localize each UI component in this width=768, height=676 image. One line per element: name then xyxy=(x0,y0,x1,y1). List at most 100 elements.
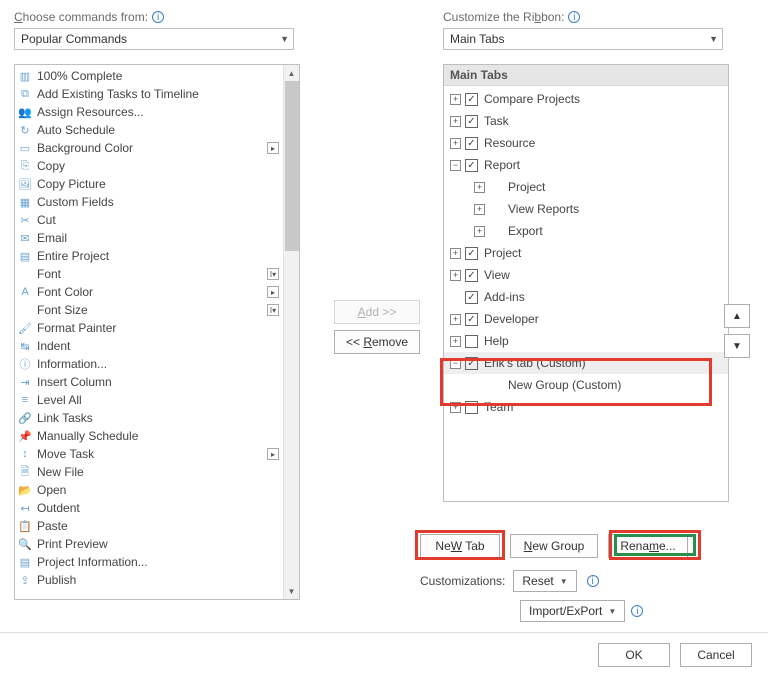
command-item[interactable]: ⧉Add Existing Tasks to Timeline xyxy=(15,85,283,103)
command-item[interactable]: 📌Manually Schedule xyxy=(15,427,283,445)
command-item[interactable]: ⓘInformation... xyxy=(15,355,283,373)
command-item[interactable]: ↹ Indent xyxy=(15,337,283,355)
expand-icon[interactable]: + xyxy=(450,270,461,281)
scrollbar[interactable]: ▲ ▼ xyxy=(283,65,299,599)
checkbox[interactable]: ✓ xyxy=(465,313,478,326)
command-label: Indent xyxy=(37,339,70,353)
command-item[interactable]: 📂Open xyxy=(15,481,283,499)
command-icon: ↹ xyxy=(17,338,33,354)
expand-icon[interactable]: + xyxy=(450,116,461,127)
command-item[interactable]: FontI▾ xyxy=(15,265,283,283)
ok-button[interactable]: OK xyxy=(598,643,670,667)
tree-node[interactable]: +✓View xyxy=(444,264,728,286)
expand-icon[interactable]: + xyxy=(450,94,461,105)
command-item[interactable]: ▥100% Complete xyxy=(15,67,283,85)
tree-node[interactable]: −✓Report xyxy=(444,154,728,176)
import-export-dropdown[interactable]: Import/ExPort ▼ xyxy=(520,600,625,622)
command-item[interactable]: ✂Cut xyxy=(15,211,283,229)
help-icon[interactable]: i xyxy=(568,11,580,23)
collapse-icon[interactable]: − xyxy=(450,160,461,171)
tree-node[interactable]: +Help xyxy=(444,330,728,352)
checkbox[interactable]: ✓ xyxy=(465,357,478,370)
tree-node-label: Erik's tab (Custom) xyxy=(484,356,586,370)
command-label: Format Painter xyxy=(37,321,116,335)
command-icon: 📂 xyxy=(17,482,33,498)
scroll-thumb[interactable] xyxy=(285,81,299,251)
expand-icon[interactable]: + xyxy=(450,138,461,149)
help-icon[interactable]: i xyxy=(587,575,599,587)
command-item[interactable]: AFont Color▸ xyxy=(15,283,283,301)
tree-node[interactable]: +✓Task xyxy=(444,110,728,132)
command-item[interactable]: ▤Project Information... xyxy=(15,553,283,571)
command-icon xyxy=(17,266,33,282)
command-item[interactable]: ⎘Copy xyxy=(15,157,283,175)
tree-node[interactable]: +Export xyxy=(444,220,728,242)
command-label: Font Color xyxy=(37,285,93,299)
choose-commands-combo[interactable]: Popular Commands ▼ xyxy=(14,28,294,50)
move-up-button[interactable]: ▲ xyxy=(724,304,750,328)
remove-button[interactable]: << Remove xyxy=(334,330,420,354)
command-label: Move Task xyxy=(37,447,94,461)
expand-icon[interactable]: + xyxy=(474,182,485,193)
help-icon[interactable]: i xyxy=(152,11,164,23)
scroll-up-icon[interactable]: ▲ xyxy=(284,65,300,81)
command-item[interactable]: ✉Email xyxy=(15,229,283,247)
checkbox[interactable]: ✓ xyxy=(465,291,478,304)
rename-button[interactable]: Rename... xyxy=(608,534,688,558)
tree-node[interactable]: New Group (Custom) xyxy=(444,374,728,396)
tree-node[interactable]: +View Reports xyxy=(444,198,728,220)
tree-node[interactable]: −✓ Erik's tab (Custom) xyxy=(444,352,728,374)
command-label: Level All xyxy=(37,393,82,407)
expand-icon[interactable]: + xyxy=(450,336,461,347)
tree-node[interactable]: +✓Compare Projects xyxy=(444,88,728,110)
expand-icon[interactable]: + xyxy=(450,314,461,325)
command-item[interactable]: 🖼Copy Picture xyxy=(15,175,283,193)
checkbox[interactable] xyxy=(465,335,478,348)
help-icon[interactable]: i xyxy=(631,605,643,617)
reset-dropdown[interactable]: Reset ▼ xyxy=(513,570,576,592)
checkbox[interactable]: ✓ xyxy=(465,93,478,106)
checkbox[interactable]: ✓ xyxy=(465,269,478,282)
expand-icon[interactable]: + xyxy=(474,204,485,215)
command-item[interactable]: 🗎New File xyxy=(15,463,283,481)
tree-node[interactable]: +✓Project xyxy=(444,242,728,264)
command-item[interactable]: ↻Auto Schedule xyxy=(15,121,283,139)
tree-node[interactable]: +Team xyxy=(444,396,728,418)
scroll-down-icon[interactable]: ▼ xyxy=(284,583,300,599)
expand-icon[interactable]: + xyxy=(450,402,461,413)
tree-node[interactable]: +✓Resource xyxy=(444,132,728,154)
command-item[interactable]: 🔍Print Preview xyxy=(15,535,283,553)
command-item[interactable]: ▦Custom Fields xyxy=(15,193,283,211)
cancel-button[interactable]: Cancel xyxy=(680,643,752,667)
command-item[interactable]: Font SizeI▾ xyxy=(15,301,283,319)
tree-node[interactable]: +✓Developer xyxy=(444,308,728,330)
expand-icon[interactable]: + xyxy=(450,248,461,259)
command-item[interactable]: 🔗Link Tasks xyxy=(15,409,283,427)
collapse-icon[interactable]: − xyxy=(450,358,461,369)
command-item[interactable]: ↤Outdent xyxy=(15,499,283,517)
command-item[interactable]: ▤Entire Project xyxy=(15,247,283,265)
checkbox[interactable]: ✓ xyxy=(465,137,478,150)
command-item[interactable]: 📋Paste xyxy=(15,517,283,535)
command-item[interactable]: 👥Assign Resources... xyxy=(15,103,283,121)
expand-icon[interactable]: + xyxy=(474,226,485,237)
new-tab-button[interactable]: NeW Tab xyxy=(420,534,500,558)
checkbox[interactable] xyxy=(465,401,478,414)
command-item[interactable]: ≡Level All xyxy=(15,391,283,409)
new-group-button[interactable]: New Group xyxy=(510,534,598,558)
command-item[interactable]: ↕Move Task▸ xyxy=(15,445,283,463)
command-item[interactable]: ⇪Publish xyxy=(15,571,283,589)
command-item[interactable]: ⇥Insert Column xyxy=(15,373,283,391)
ribbon-tree[interactable]: Main Tabs +✓Compare Projects+✓Task+✓Reso… xyxy=(443,64,729,502)
customize-ribbon-combo[interactable]: Main Tabs ▼ xyxy=(443,28,723,50)
move-down-button[interactable]: ▼ xyxy=(724,334,750,358)
command-icon: ▤ xyxy=(17,554,33,570)
tree-node[interactable]: ✓Add-ins xyxy=(444,286,728,308)
command-item[interactable]: ▭Background Color▸ xyxy=(15,139,283,157)
checkbox[interactable]: ✓ xyxy=(465,159,478,172)
checkbox[interactable]: ✓ xyxy=(465,247,478,260)
commands-listbox[interactable]: ▥100% Complete⧉Add Existing Tasks to Tim… xyxy=(14,64,300,600)
command-item[interactable]: 🖌Format Painter xyxy=(15,319,283,337)
checkbox[interactable]: ✓ xyxy=(465,115,478,128)
tree-node[interactable]: +Project xyxy=(444,176,728,198)
